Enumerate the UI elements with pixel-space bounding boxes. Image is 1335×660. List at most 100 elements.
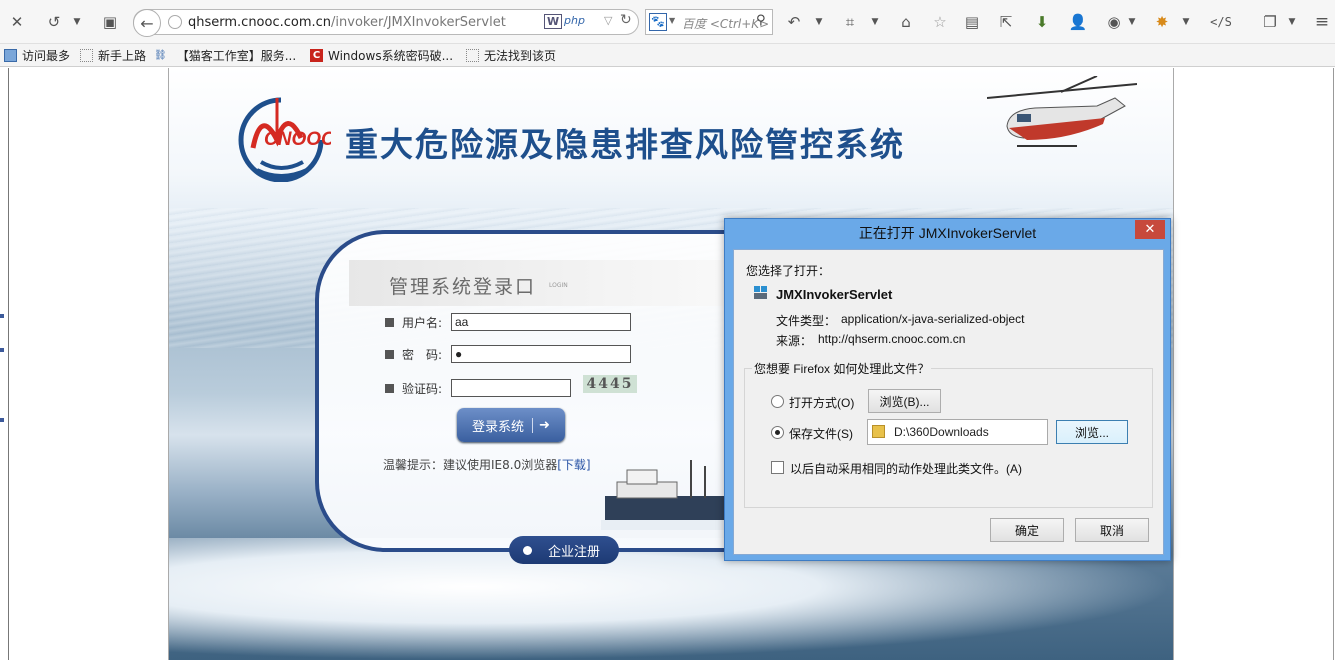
save-browse-button[interactable]: 浏览... bbox=[1056, 420, 1128, 444]
bookmark-item[interactable]: C Windows系统密码破... bbox=[310, 47, 453, 64]
download-icon[interactable]: ⬇ bbox=[1032, 9, 1052, 35]
window-icon[interactable]: ❐ bbox=[1260, 9, 1280, 35]
arrow-right-icon: ➜ bbox=[532, 417, 550, 433]
bookmarks-bar: 访问最多 新手上路 ⛓ 【猫客工作室】服务... C Windows系统密码破...… bbox=[0, 44, 1335, 67]
dropdown-triangle-icon[interactable]: ▽ bbox=[604, 14, 612, 27]
crop-dropdown-icon[interactable]: ▼ bbox=[868, 9, 882, 35]
url-text[interactable]: qhserm.cnooc.com.cn/invoker/JMXInvokerSe… bbox=[188, 15, 506, 30]
site-identity-icon[interactable] bbox=[168, 15, 182, 29]
undo-icon[interactable]: ↶ bbox=[784, 9, 804, 35]
captcha-image[interactable]: 4445 bbox=[583, 375, 637, 393]
back-button[interactable]: ← bbox=[133, 9, 161, 37]
page-icon bbox=[466, 49, 479, 62]
reload-icon[interactable]: ↻ bbox=[620, 12, 632, 28]
file-name: JMXInvokerServlet bbox=[776, 287, 893, 302]
source-label: 来源： bbox=[776, 334, 813, 348]
bookmark-item[interactable]: 新手上路 bbox=[80, 47, 146, 64]
bookmarks-list-icon[interactable]: ▤ bbox=[962, 9, 982, 35]
bookmark-item[interactable]: 无法找到该页 bbox=[466, 47, 556, 64]
account-icon[interactable]: 👤 bbox=[1068, 9, 1088, 35]
bullet-square-icon bbox=[385, 349, 394, 359]
back-arrow-icon: ← bbox=[140, 13, 154, 33]
search-engine-dropdown-icon[interactable]: ▼ bbox=[669, 16, 675, 25]
cancel-button[interactable]: 取消 bbox=[1075, 518, 1149, 542]
open-file-dialog: 正在打开 JMXInvokerServlet ✕ 您选择了打开： JMXInvo… bbox=[724, 218, 1171, 561]
bookmark-label: 新手上路 bbox=[98, 49, 147, 63]
history-icon[interactable]: ↺ bbox=[44, 9, 64, 35]
source-value: http://qhserm.cnooc.com.cn bbox=[818, 332, 966, 346]
save-path-field[interactable]: D:\360Downloads bbox=[867, 419, 1048, 445]
addon-dropdown-icon[interactable]: ▼ bbox=[1180, 9, 1192, 35]
menu-icon[interactable]: ≡ bbox=[1312, 9, 1332, 35]
panel-title: 管理系统登录口 bbox=[389, 276, 537, 298]
auto-action-checkbox[interactable] bbox=[771, 461, 784, 474]
file-icon bbox=[754, 286, 768, 300]
bullet-dot-icon bbox=[523, 545, 532, 555]
captcha-row: 验证码: bbox=[385, 378, 442, 398]
globe-icon[interactable]: ◉ bbox=[1104, 9, 1124, 35]
helicopter-image bbox=[987, 76, 1137, 147]
login-button[interactable]: 登录系统 ➜ bbox=[457, 408, 565, 442]
home-icon[interactable]: ⌂ bbox=[896, 9, 916, 35]
search-icon[interactable]: ⚲ bbox=[756, 13, 766, 28]
open-with-radio[interactable] bbox=[771, 395, 784, 408]
url-bar[interactable]: ← qhserm.cnooc.com.cn/invoker/JMXInvoker… bbox=[133, 9, 639, 37]
register-button[interactable]: 企业注册 bbox=[509, 536, 619, 564]
save-file-label[interactable]: 保存文件(S) bbox=[789, 425, 853, 442]
dialog-close-button[interactable]: ✕ bbox=[1135, 220, 1165, 239]
bookmark-label: 【猫客工作室】服务... bbox=[176, 49, 297, 63]
search-box[interactable]: 🐾 ▼ 百度 <Ctrl+K> ⚲ bbox=[645, 9, 773, 35]
handle-options-group: 打开方式(O) 浏览(B)... 保存文件(S) D:\360Downloads… bbox=[744, 368, 1153, 508]
dev-tools-icon[interactable]: </S bbox=[1208, 9, 1234, 35]
left-frame-border bbox=[8, 68, 9, 660]
file-type-value: application/x-java-serialized-object bbox=[841, 312, 1025, 326]
folder-icon bbox=[872, 425, 885, 438]
save-path-text: D:\360Downloads bbox=[894, 425, 989, 439]
download-link[interactable]: [下载] bbox=[557, 458, 590, 472]
word-icon[interactable]: W bbox=[544, 14, 563, 29]
screenshot-icon[interactable]: ▣ bbox=[100, 9, 120, 35]
handle-question: 您想要 Firefox 如何处理此文件？ bbox=[752, 360, 932, 377]
username-row: 用户名: bbox=[385, 312, 442, 332]
auto-action-label[interactable]: 以后自动采用相同的动作处理此类文件。(A) bbox=[790, 460, 1022, 477]
panel-header: 管理系统登录口 LOGIN bbox=[349, 260, 759, 306]
page-icon bbox=[80, 49, 93, 62]
open-with-browse-button[interactable]: 浏览(B)... bbox=[868, 389, 941, 413]
register-label: 企业注册 bbox=[548, 544, 601, 560]
link-icon: ⛓ bbox=[154, 50, 167, 61]
bookmark-label: 访问最多 bbox=[22, 49, 71, 63]
open-with-label[interactable]: 打开方式(O) bbox=[789, 394, 854, 411]
captcha-input[interactable] bbox=[451, 379, 571, 397]
site-title: 重大危险源及隐患排查风险管控系统 bbox=[345, 125, 905, 164]
baidu-paw-icon[interactable]: 🐾 bbox=[649, 13, 667, 31]
side-scroll-marks bbox=[0, 308, 6, 428]
share-icon[interactable]: ⇱ bbox=[996, 9, 1016, 35]
username-input[interactable]: aa bbox=[451, 313, 631, 331]
password-input[interactable]: ● bbox=[451, 345, 631, 363]
browser-tip: 温馨提示：建议使用IE8.0浏览器[下载] bbox=[383, 456, 591, 473]
php-icon[interactable]: php bbox=[564, 14, 585, 27]
globe-dropdown-icon[interactable]: ▼ bbox=[1126, 9, 1138, 35]
password-label: 密 码: bbox=[402, 347, 443, 362]
chosen-label: 您选择了打开： bbox=[746, 264, 831, 278]
save-file-radio[interactable] bbox=[771, 426, 784, 439]
ok-button[interactable]: 确定 bbox=[990, 518, 1064, 542]
addon-icon[interactable]: ✸ bbox=[1152, 9, 1172, 35]
bookmark-item[interactable]: 访问最多 bbox=[4, 47, 70, 64]
captcha-label: 验证码: bbox=[402, 381, 443, 396]
history-dropdown-icon[interactable]: ▼ bbox=[70, 9, 84, 35]
window-dropdown-icon[interactable]: ▼ bbox=[1286, 9, 1298, 35]
url-path: /invoker/JMXInvokerServlet bbox=[331, 15, 506, 30]
browser-toolbar: ✕ ↺ ▼ ▣ ← qhserm.cnooc.com.cn/invoker/JM… bbox=[0, 0, 1335, 44]
close-tab-icon[interactable]: ✕ bbox=[6, 9, 28, 35]
tip-text: 温馨提示：建议使用IE8.0浏览器 bbox=[383, 458, 558, 472]
password-row: 密 码: bbox=[385, 344, 442, 364]
crop-icon[interactable]: ⌗ bbox=[840, 9, 860, 35]
bookmark-folder-icon bbox=[4, 49, 17, 62]
undo-dropdown-icon[interactable]: ▼ bbox=[812, 9, 826, 35]
bookmark-item[interactable]: ⛓ 【猫客工作室】服务... bbox=[154, 47, 296, 64]
page-viewport: CNOOC 重大危险源及隐患排查风险管控系统 管理系统登录口 LOGIN 用户名… bbox=[0, 68, 1335, 660]
right-frame-border bbox=[1333, 68, 1334, 660]
login-button-label: 登录系统 bbox=[472, 419, 525, 435]
bookmark-star-icon[interactable]: ☆ bbox=[930, 9, 950, 35]
